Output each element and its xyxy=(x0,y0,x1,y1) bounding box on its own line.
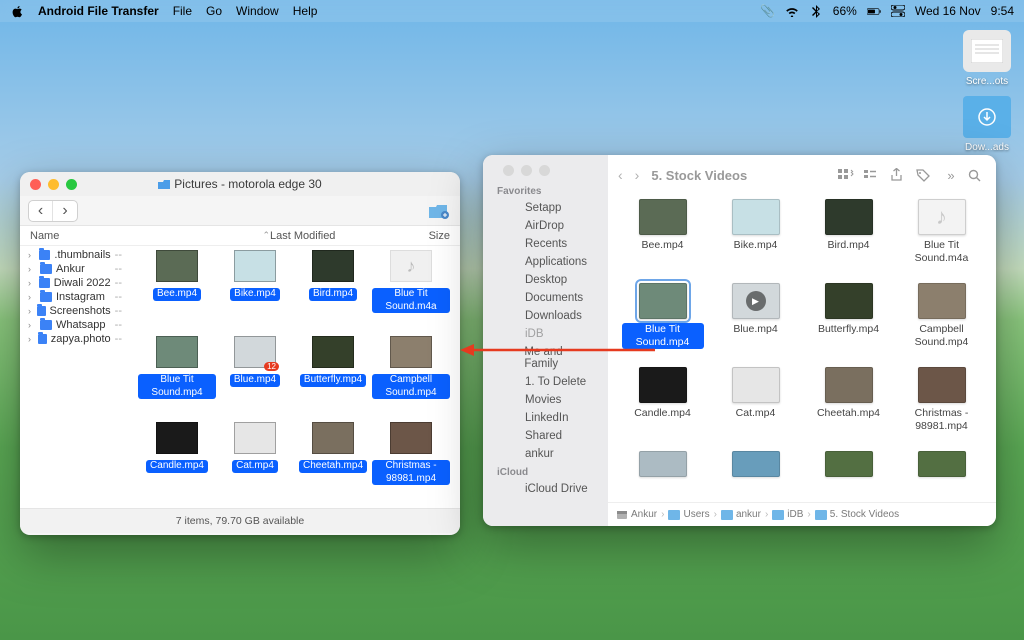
sidebar-item[interactable]: Me and Family xyxy=(487,343,604,373)
sidebar-item[interactable]: Shared xyxy=(487,427,604,445)
sidebar-item[interactable]: Documents xyxy=(487,289,604,307)
aft-file-item[interactable]: 12Blue.mp4 xyxy=(216,336,294,422)
battery-percent: 66% xyxy=(833,4,857,18)
macos-menubar: Android File Transfer File Go Window Hel… xyxy=(0,0,1024,22)
aft-file-item[interactable]: Bird.mp4 xyxy=(294,250,372,336)
group-button[interactable] xyxy=(864,169,882,181)
finder-file-item[interactable]: Campbell Sound.mp4 xyxy=(895,283,988,367)
menubar-date[interactable]: Wed 16 Nov xyxy=(915,4,981,18)
sidebar-item[interactable]: Recents xyxy=(487,235,604,253)
aft-file-item[interactable]: Cheetah.mp4 xyxy=(294,422,372,508)
share-button[interactable] xyxy=(890,168,908,182)
wifi-icon[interactable] xyxy=(785,4,799,18)
sidebar-item[interactable]: AirDrop xyxy=(487,217,604,235)
finder-file-item[interactable] xyxy=(802,451,895,481)
finder-toolbar: ‹ › 5. Stock Videos » xyxy=(608,155,996,195)
aft-titlebar[interactable]: Pictures - motorola edge 30 xyxy=(20,172,460,196)
more-button[interactable]: » xyxy=(942,168,960,183)
menu-file[interactable]: File xyxy=(173,4,192,18)
sidebar-item[interactable]: Setapp xyxy=(487,199,604,217)
menu-go[interactable]: Go xyxy=(206,4,222,18)
finder-forward-button[interactable]: › xyxy=(635,167,640,183)
sidebar-item[interactable]: ankur xyxy=(487,445,604,463)
finder-file-item[interactable]: Cat.mp4 xyxy=(709,367,802,451)
sidebar-section-favorites: Favorites xyxy=(487,182,604,199)
menu-window[interactable]: Window xyxy=(236,4,279,18)
finder-sidebar: Favorites SetappAirDropRecentsApplicatio… xyxy=(483,155,608,526)
finder-path-bar[interactable]: Ankur›Users›ankur›iDB›5. Stock Videos xyxy=(608,502,996,526)
attachment-icon[interactable]: 📎 xyxy=(761,4,775,18)
android-file-transfer-window: Pictures - motorola edge 30 ‹ › Name ⌃ L… xyxy=(20,172,460,535)
finder-file-item[interactable]: Christmas - 98981.mp4 xyxy=(895,367,988,451)
aft-file-item[interactable]: Candle.mp4 xyxy=(138,422,216,508)
desktop-icon-label: Scre...ots xyxy=(958,76,1016,87)
close-button[interactable] xyxy=(503,165,514,176)
finder-icon-grid[interactable]: Bee.mp4Bike.mp4Bird.mp4♪Blue Tit Sound.m… xyxy=(608,195,996,502)
finder-file-item[interactable]: ▶Blue.mp4 xyxy=(709,283,802,367)
bluetooth-icon[interactable] xyxy=(809,4,823,18)
sidebar-item[interactable]: Desktop xyxy=(487,271,604,289)
aft-file-item[interactable]: Bee.mp4 xyxy=(138,250,216,336)
sidebar-item[interactable]: Movies xyxy=(487,391,604,409)
search-button[interactable] xyxy=(968,169,986,182)
sidebar-item[interactable]: Applications xyxy=(487,253,604,271)
menubar-time[interactable]: 9:54 xyxy=(991,4,1014,18)
desktop-downloads-folder[interactable]: Dow...ads xyxy=(958,96,1016,153)
column-size[interactable]: Size xyxy=(390,230,450,242)
back-button[interactable]: ‹ xyxy=(29,201,53,221)
finder-file-item[interactable]: Butterfly.mp4 xyxy=(802,283,895,367)
finder-file-item[interactable] xyxy=(616,451,709,481)
finder-file-item[interactable]: Bird.mp4 xyxy=(802,199,895,283)
aft-thumbnail-grid[interactable]: Bee.mp4Bike.mp4Bird.mp4♪Blue Tit Sound.m… xyxy=(20,246,460,508)
sidebar-item[interactable]: Downloads xyxy=(487,307,604,325)
aft-file-item[interactable]: Cat.mp4 xyxy=(216,422,294,508)
finder-window: Favorites SetappAirDropRecentsApplicatio… xyxy=(483,155,996,526)
aft-window-title: Pictures - motorola edge 30 xyxy=(174,177,321,191)
sidebar-item[interactable]: iDB xyxy=(487,325,604,343)
finder-file-item[interactable]: Bike.mp4 xyxy=(709,199,802,283)
finder-title: 5. Stock Videos xyxy=(651,168,747,183)
aft-file-item[interactable]: Christmas - 98981.mp4 xyxy=(372,422,450,508)
finder-file-item[interactable] xyxy=(709,451,802,481)
new-folder-button[interactable] xyxy=(426,201,452,221)
apple-icon[interactable] xyxy=(10,4,24,18)
desktop-icon-label: Dow...ads xyxy=(958,142,1016,153)
finder-back-button[interactable]: ‹ xyxy=(618,167,623,183)
sidebar-item[interactable]: 1. To Delete xyxy=(487,373,604,391)
tags-button[interactable] xyxy=(916,168,934,182)
menubar-app-name[interactable]: Android File Transfer xyxy=(38,4,159,18)
minimize-button[interactable] xyxy=(521,165,532,176)
finder-file-item[interactable]: Bee.mp4 xyxy=(616,199,709,283)
finder-file-item[interactable]: Cheetah.mp4 xyxy=(802,367,895,451)
maximize-button[interactable] xyxy=(539,165,550,176)
menu-help[interactable]: Help xyxy=(293,4,318,18)
sidebar-item[interactable]: LinkedIn xyxy=(487,409,604,427)
desktop-screenshots-folder[interactable]: Scre...ots xyxy=(958,30,1016,87)
aft-file-item[interactable]: ♪Blue Tit Sound.m4a xyxy=(372,250,450,336)
finder-file-item[interactable]: Blue Tit Sound.mp4 xyxy=(616,283,709,367)
aft-file-item[interactable]: Butterfly.mp4 xyxy=(294,336,372,422)
control-center-icon[interactable] xyxy=(891,4,905,18)
aft-column-headers[interactable]: Name ⌃ Last Modified Size xyxy=(20,226,460,246)
sidebar-section-icloud: iCloud xyxy=(487,463,604,480)
finder-file-item[interactable]: ♪Blue Tit Sound.m4a xyxy=(895,199,988,283)
aft-toolbar: ‹ › xyxy=(20,196,460,226)
forward-button[interactable]: › xyxy=(53,201,77,221)
battery-icon[interactable] xyxy=(867,4,881,18)
sidebar-item[interactable]: iCloud Drive xyxy=(487,480,604,498)
aft-file-item[interactable]: Bike.mp4 xyxy=(216,250,294,336)
aft-status-bar: 7 items, 79.70 GB available xyxy=(20,508,460,533)
view-icons-button[interactable] xyxy=(838,169,856,182)
aft-file-item[interactable]: Blue Tit Sound.mp4 xyxy=(138,336,216,422)
column-name[interactable]: Name xyxy=(30,230,262,242)
column-modified[interactable]: Last Modified xyxy=(270,230,390,242)
aft-file-item[interactable]: Campbell Sound.mp4 xyxy=(372,336,450,422)
finder-file-item[interactable] xyxy=(895,451,988,481)
finder-file-item[interactable]: Candle.mp4 xyxy=(616,367,709,451)
